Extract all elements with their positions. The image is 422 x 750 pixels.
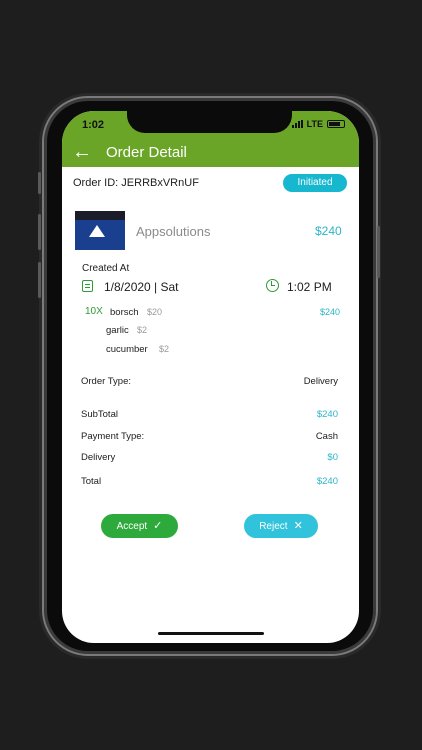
created-date: 1/8/2020 | Sat: [104, 280, 179, 294]
reject-button-label: Reject: [259, 521, 288, 532]
clock-icon: [266, 279, 279, 292]
accept-button[interactable]: Accept ✓: [101, 514, 178, 538]
network-type: LTE: [306, 119, 323, 129]
delivery-value: $0: [327, 452, 338, 463]
total-label: Total: [81, 476, 102, 487]
item-name: borsch: [110, 307, 139, 318]
app-screen: 1:02 LTE ← Order Detail Order ID: JERRBx…: [62, 111, 359, 643]
page-title: Order Detail: [106, 144, 187, 161]
addon-name: cucumber: [106, 344, 148, 355]
addon-name: garlic: [106, 325, 129, 336]
close-icon: ✕: [293, 520, 303, 532]
item-price: $20: [147, 307, 163, 317]
merchant-price: $240: [315, 224, 342, 238]
delivery-label: Delivery: [81, 452, 116, 463]
status-badge: Initiated: [283, 174, 347, 192]
app-header: 1:02 LTE ← Order Detail: [62, 111, 359, 167]
merchant-name: Appsolutions: [136, 224, 211, 239]
created-at-label: Created At: [82, 263, 130, 274]
phone-silent-switch: [38, 172, 41, 194]
payment-type-value: Cash: [315, 431, 338, 442]
total-value: $240: [316, 476, 338, 487]
phone-volume-up: [38, 214, 41, 250]
order-id: Order ID: JERRBxVRnUF: [73, 177, 199, 189]
home-indicator: [158, 632, 264, 635]
subtotal-value: $240: [316, 409, 338, 420]
item-line-total: $240: [320, 307, 341, 317]
payment-type-label: Payment Type:: [81, 431, 145, 442]
notch: [127, 111, 292, 133]
addon-price: $2: [159, 344, 170, 354]
calendar-icon: [82, 280, 93, 292]
subtotal-label: SubTotal: [81, 409, 118, 420]
check-icon: ✓: [153, 520, 163, 532]
order-type-label: Order Type:: [81, 376, 131, 387]
back-arrow-icon[interactable]: ←: [72, 142, 92, 162]
order-type-value: Delivery: [303, 376, 338, 387]
created-time: 1:02 PM: [287, 280, 332, 294]
phone-volume-down: [38, 262, 41, 298]
status-time: 1:02: [82, 119, 105, 131]
item-quantity: 10X: [85, 306, 103, 317]
merchant-logo: [75, 211, 125, 250]
status-indicators: LTE: [291, 119, 345, 129]
accept-button-label: Accept: [116, 521, 148, 532]
battery-icon: [327, 120, 345, 128]
phone-power-button: [377, 226, 380, 278]
addon-price: $2: [137, 325, 148, 335]
reject-button[interactable]: Reject ✕: [244, 514, 318, 538]
signal-icon: [291, 120, 303, 128]
